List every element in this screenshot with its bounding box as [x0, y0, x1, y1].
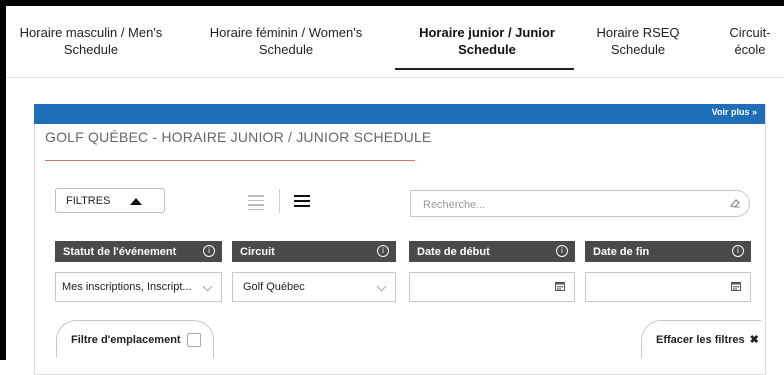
title-underline — [45, 160, 415, 161]
eraser-icon[interactable] — [729, 197, 741, 209]
info-icon[interactable]: i — [556, 245, 568, 257]
tab-womens-schedule[interactable]: Horaire féminin / Women's Schedule — [206, 6, 366, 76]
view-toggle-divider — [279, 189, 280, 213]
calendar-icon[interactable] — [555, 281, 565, 291]
location-filter-button[interactable]: Filtre d'emplacement — [56, 320, 214, 358]
filters-toggle-button[interactable]: FILTRES — [55, 188, 165, 213]
search-box — [410, 190, 750, 217]
start-date-input[interactable] — [409, 272, 575, 302]
panel-header-bar: Voir plus » — [34, 104, 765, 124]
end-date-label: Date de fin i — [585, 241, 751, 262]
info-icon[interactable]: i — [732, 245, 744, 257]
close-icon: ✖ — [749, 334, 759, 346]
panel-title: GOLF QUÉBEC - HORAIRE JUNIOR / JUNIOR SC… — [45, 129, 432, 145]
info-icon[interactable]: i — [203, 245, 215, 257]
active-tab-indicator — [395, 68, 574, 70]
tabs-divider — [6, 77, 784, 78]
search-input[interactable] — [421, 196, 715, 214]
calendar-icon[interactable] — [731, 281, 741, 291]
start-date-label: Date de début i — [409, 241, 575, 262]
clear-filters-button[interactable]: Effacer les filtres ✖ — [641, 320, 761, 358]
tab-mens-schedule[interactable]: Horaire masculin / Men's Schedule — [16, 6, 166, 76]
circuit-filter-label: Circuit i — [232, 241, 396, 262]
info-icon[interactable]: i — [377, 245, 389, 257]
end-date-input[interactable] — [585, 272, 751, 302]
tab-rseq-schedule[interactable]: Horaire RSEQ Schedule — [596, 6, 680, 76]
status-filter-label: Statut de l'événement i — [55, 241, 222, 262]
filters-label: FILTRES — [66, 194, 111, 207]
chevron-down-icon — [202, 281, 213, 292]
location-filter-checkbox[interactable] — [186, 332, 201, 347]
caret-up-icon — [130, 198, 142, 205]
status-select[interactable]: Mes inscriptions, Inscript... — [55, 272, 222, 302]
voir-plus-link[interactable]: Voir plus » — [712, 107, 757, 117]
list-view-icon[interactable] — [248, 195, 264, 213]
chevron-down-icon — [376, 281, 387, 292]
tab-circuit-ecole[interactable]: Circuit-école — [720, 6, 780, 76]
tab-junior-schedule[interactable]: Horaire junior / Junior Schedule — [402, 6, 572, 76]
circuit-select[interactable]: Golf Québec — [232, 272, 396, 302]
compact-view-icon[interactable] — [294, 195, 310, 210]
